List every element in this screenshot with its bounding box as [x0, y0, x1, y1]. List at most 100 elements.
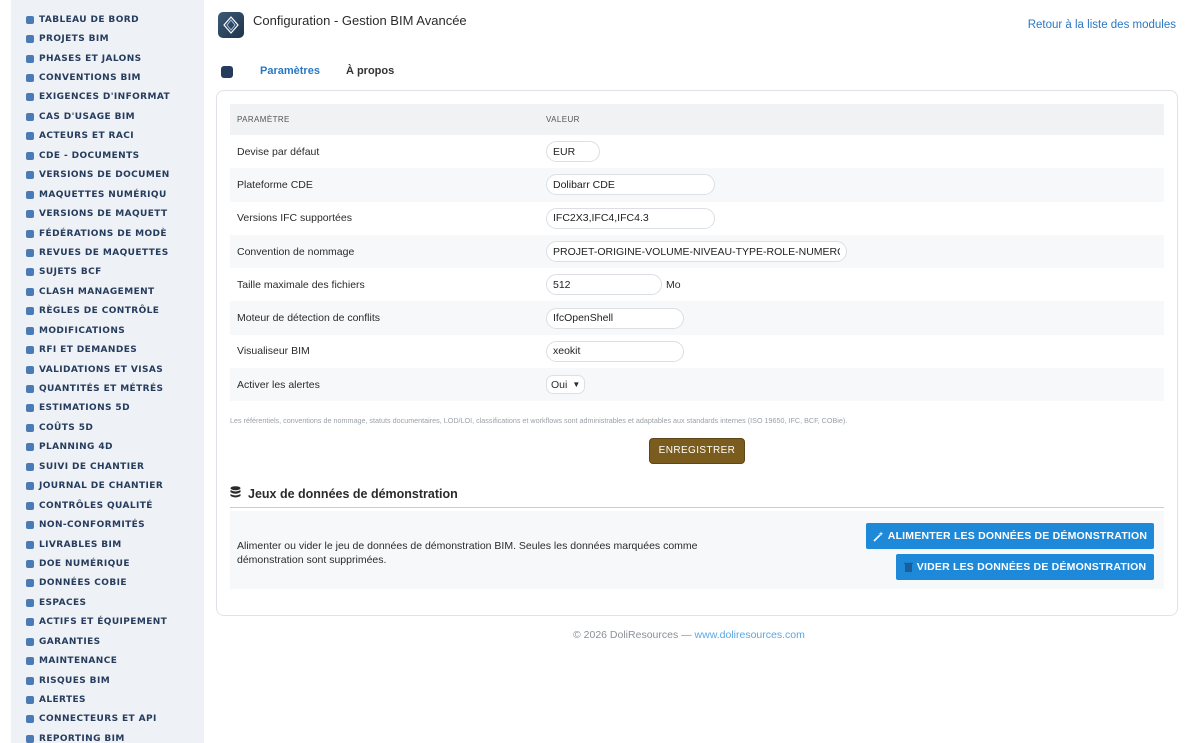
table-row: Versions IFC supportées	[230, 202, 1164, 235]
sidebar-menu: TABLEAU DE BORD PROJETS BIM PHASES ET JALO…	[11, 0, 204, 743]
file-invoice-icon	[24, 403, 35, 414]
sidebar-item-label: CLASH MANAGEMENT	[39, 286, 155, 297]
magic-wand-icon	[873, 531, 884, 542]
sidebar-item[interactable]: RISQUES BIM	[11, 671, 204, 690]
file-signature-icon	[24, 73, 35, 84]
sidebar-item[interactable]: CAS D'USAGE BIM	[11, 107, 204, 126]
chevron-down-icon: ▼	[572, 380, 581, 390]
column-header-value: VALEUR	[546, 115, 580, 124]
ifc-versions-input[interactable]	[546, 207, 715, 229]
sidebar-item[interactable]: FÉDÉRATIONS DE MODÈ	[11, 224, 204, 243]
sidebar-item[interactable]: VALIDATIONS ET VISAS	[11, 360, 204, 379]
sidebar-item-label: VERSIONS DE DOCUMEN	[39, 170, 170, 181]
sidebar-item-label: ACTEURS ET RACI	[39, 131, 134, 142]
folder-icon	[24, 150, 35, 161]
sidebar-item-label: CAS D'USAGE BIM	[39, 111, 135, 122]
module-tab-icon	[221, 66, 233, 78]
edit-icon	[24, 325, 35, 336]
sidebar-item[interactable]: ACTEURS ET RACI	[11, 127, 204, 146]
param-label: Versions IFC supportées	[237, 212, 352, 225]
sidebar-item[interactable]: CONVENTIONS BIM	[11, 68, 204, 87]
max-file-size-input[interactable]	[546, 274, 662, 296]
parameters-table: PARAMÈTRE VALEUR Devise par défaut Plate…	[230, 104, 1164, 402]
tab-a-propos[interactable]: À propos	[333, 58, 407, 90]
sidebar-item[interactable]: SUJETS BCF	[11, 263, 204, 282]
sidebar-item[interactable]: CDE - DOCUMENTS	[11, 146, 204, 165]
sidebar-item[interactable]: SUIVI DE CHANTIER	[11, 457, 204, 476]
sidebar-item[interactable]: JOURNAL DE CHANTIER	[11, 477, 204, 496]
sidebar-item[interactable]: ALERTES	[11, 690, 204, 709]
shield-icon	[24, 636, 35, 647]
bim-viewer-input[interactable]	[546, 340, 684, 362]
alerts-select[interactable]: Oui ▼	[546, 375, 586, 395]
sidebar-item[interactable]: MAQUETTES NUMÉRIQU	[11, 185, 204, 204]
sidebar-item-label: DONNÉES COBIE	[39, 578, 127, 589]
back-to-modules-link[interactable]: Retour à la liste des modules	[1028, 19, 1176, 31]
sidebar-item[interactable]: REVUES DE MAQUETTES	[11, 243, 204, 262]
sidebar-item-label: RÈGLES DE CONTRÔLE	[39, 306, 160, 317]
cogs-icon	[24, 617, 35, 628]
code-branch-icon	[24, 209, 35, 220]
sidebar-item-label: MAQUETTES NUMÉRIQU	[39, 189, 167, 200]
sidebar-item[interactable]: MAINTENANCE	[11, 651, 204, 670]
table-row: Visualiseur BIM	[230, 335, 1164, 368]
sidebar-item[interactable]: ESTIMATIONS 5D	[11, 399, 204, 418]
footer-website-link[interactable]: www.doliresources.com	[695, 629, 805, 641]
sidebar-item[interactable]: COÛTS 5D	[11, 418, 204, 437]
sidebar-item[interactable]: VERSIONS DE MAQUETT	[11, 204, 204, 223]
plug-icon	[24, 714, 35, 725]
sidebar-item[interactable]: REPORTING BIM	[11, 729, 204, 743]
tab-parametres[interactable]: Paramètres	[247, 58, 333, 92]
sidebar-item[interactable]: VERSIONS DE DOCUMEN	[11, 166, 204, 185]
sidebar-item[interactable]: QUANTITÉS ET MÉTRÉS	[11, 379, 204, 398]
cde-platform-input[interactable]	[546, 174, 715, 196]
calculator-icon	[24, 384, 35, 395]
sidebar-item[interactable]: LIVRABLES BIM	[11, 535, 204, 554]
sidebar-item[interactable]: RÈGLES DE CONTRÔLE	[11, 302, 204, 321]
sidebar-item-label: REPORTING BIM	[39, 733, 125, 743]
sidebar-item-label: ESPACES	[39, 597, 87, 608]
sidebar-item[interactable]: ESPACES	[11, 593, 204, 612]
warning-icon	[24, 675, 35, 686]
sidebar-item[interactable]: DONNÉES COBIE	[11, 574, 204, 593]
sidebar-item[interactable]: PHASES ET JALONS	[11, 49, 204, 68]
sidebar-item[interactable]: DOE NUMÉRIQUE	[11, 554, 204, 573]
demo-title-text: Jeux de données de démonstration	[248, 487, 458, 501]
tab-bar: Paramètres À propos	[220, 58, 407, 92]
save-button[interactable]: ENREGISTRER	[649, 438, 745, 464]
naming-convention-input[interactable]	[546, 241, 847, 263]
sidebar-item[interactable]: ACTIFS ET ÉQUIPEMENT	[11, 613, 204, 632]
page-title: Configuration - Gestion BIM Avancée	[253, 13, 467, 28]
sidebar-item-label: PROJETS BIM	[39, 34, 109, 45]
sidebar-item[interactable]: PLANNING 4D	[11, 438, 204, 457]
question-circle-icon	[24, 345, 35, 356]
sidebar-item-label: JOURNAL DE CHANTIER	[39, 481, 164, 492]
empty-demo-data-button[interactable]: VIDER LES DONNÉES DE DÉMONSTRATION	[896, 554, 1154, 580]
sidebar-item[interactable]: CLASH MANAGEMENT	[11, 282, 204, 301]
sidebar-item[interactable]: RFI ET DEMANDES	[11, 340, 204, 359]
sitemap-icon	[24, 228, 35, 239]
cubes-icon	[24, 189, 35, 200]
sidebar-item[interactable]: TABLEAU DE BORD	[11, 10, 204, 29]
sidebar-item-label: VALIDATIONS ET VISAS	[39, 364, 164, 375]
currency-input[interactable]	[546, 141, 600, 163]
sidebar-item[interactable]: EXIGENCES D'INFORMAT	[11, 88, 204, 107]
table-row: Plateforme CDE	[230, 168, 1164, 202]
sidebar-item[interactable]: CONNECTEURS ET API	[11, 710, 204, 729]
warning-icon	[24, 286, 35, 297]
table-row: Taille maximale des fichiers Mo	[230, 268, 1164, 301]
sidebar-item-label: FÉDÉRATIONS DE MODÈ	[39, 228, 167, 239]
sidebar-item-label: SUIVI DE CHANTIER	[39, 461, 145, 472]
layers-icon	[24, 53, 35, 64]
sidebar-item-label: QUANTITÉS ET MÉTRÉS	[39, 384, 164, 395]
table-row: Moteur de détection de conflits	[230, 301, 1164, 335]
door-open-icon	[24, 597, 35, 608]
sidebar-item[interactable]: GARANTIES	[11, 632, 204, 651]
sidebar-item[interactable]: CONTRÔLES QUALITÉ	[11, 496, 204, 515]
comments-icon	[24, 267, 35, 278]
sidebar-item[interactable]: NON-CONFORMITÉS	[11, 515, 204, 534]
clash-engine-input[interactable]	[546, 307, 684, 329]
sidebar-item[interactable]: MODIFICATIONS	[11, 321, 204, 340]
sidebar-item[interactable]: PROJETS BIM	[11, 29, 204, 48]
fill-demo-data-button[interactable]: ALIMENTER LES DONNÉES DE DÉMONSTRATION	[866, 523, 1154, 549]
